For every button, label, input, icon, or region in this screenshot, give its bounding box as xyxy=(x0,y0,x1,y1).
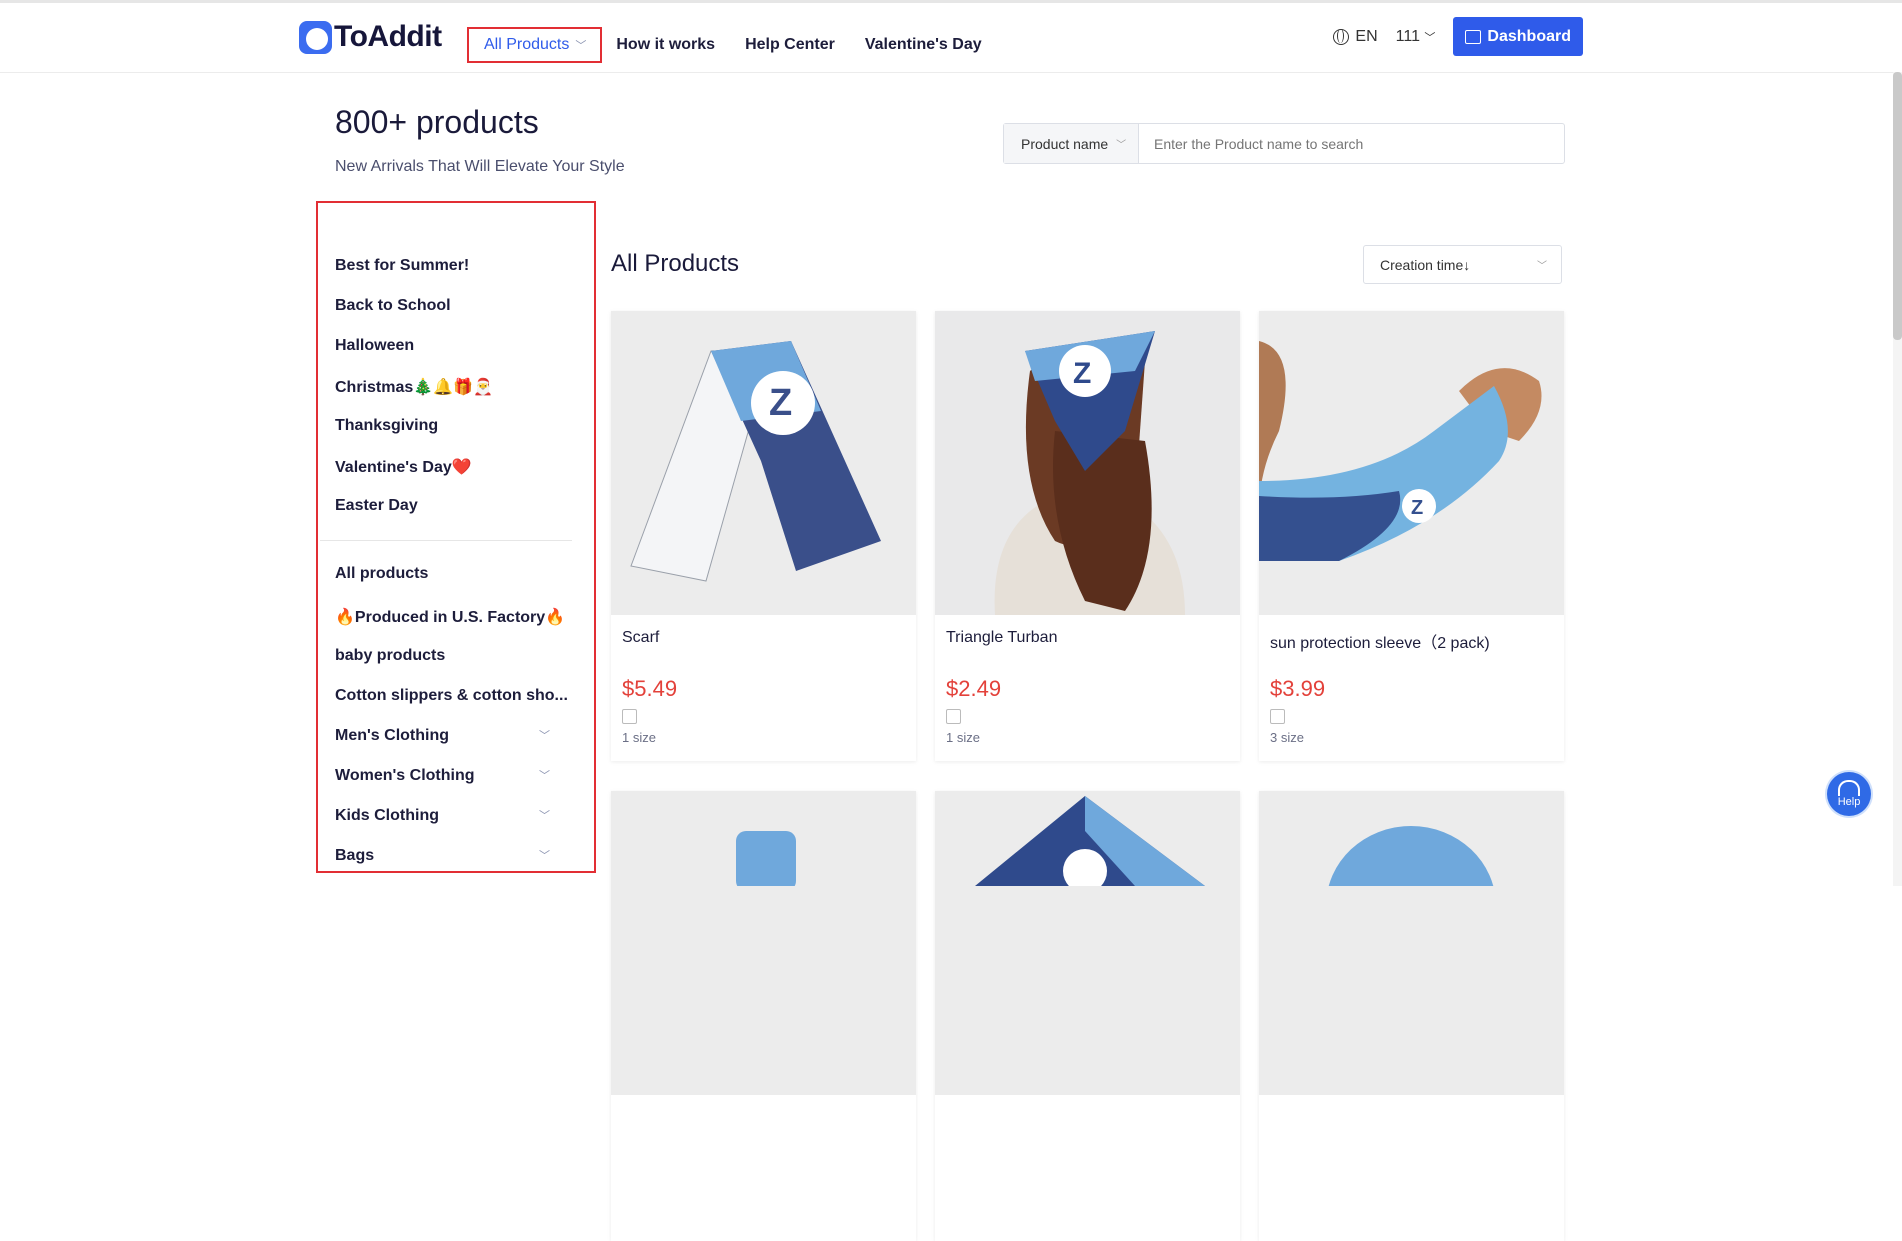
sidebar-item-back-to-school[interactable]: Back to School xyxy=(335,297,451,315)
select-checkbox[interactable] xyxy=(1270,709,1285,724)
search-type-select[interactable]: Product name ﹀ xyxy=(1004,124,1139,163)
nav-how-it-works[interactable]: How it works xyxy=(616,36,715,54)
product-card[interactable] xyxy=(611,791,916,1241)
headset-icon xyxy=(1838,780,1860,796)
sidebar-item-baby-products[interactable]: baby products xyxy=(335,647,445,665)
category-sidebar: Best for Summer! Back to School Hallowee… xyxy=(316,201,596,873)
product-name[interactable]: Scarf xyxy=(622,629,659,647)
sidebar-item-label: Women's Clothing xyxy=(335,767,475,784)
product-sizes: 3 size xyxy=(1270,730,1304,745)
scarf-image: Z xyxy=(611,311,916,615)
chart-icon xyxy=(1465,29,1482,44)
chevron-down-icon: ﹀ xyxy=(1116,140,1127,151)
page-subtitle: New Arrivals That Will Elevate Your Styl… xyxy=(335,158,625,175)
search-input[interactable] xyxy=(1139,124,1564,163)
sidebar-item-bags[interactable]: Bags ﹀ xyxy=(335,847,550,865)
brand-name: ToAddit xyxy=(334,20,442,53)
product-image[interactable] xyxy=(1259,791,1564,1095)
product-image[interactable]: Z xyxy=(611,311,916,615)
product-image[interactable] xyxy=(935,791,1240,1095)
product-thumbnail xyxy=(1259,791,1564,986)
product-thumbnail xyxy=(935,791,1240,893)
site-header: ToAddit All Products ﹀ How it works Help… xyxy=(0,3,1902,73)
product-price: $2.49 xyxy=(946,676,1002,701)
svg-text:Z: Z xyxy=(1411,497,1423,519)
search-type-label: Product name xyxy=(1021,135,1109,152)
product-card[interactable]: Z Triangle Turban $2.49 1 size xyxy=(935,311,1240,761)
sidebar-divider xyxy=(320,540,572,541)
logo-icon xyxy=(299,20,332,54)
sleeve-image: Z xyxy=(1259,311,1564,615)
sidebar-item-thanksgiving[interactable]: Thanksgiving xyxy=(335,417,438,435)
dashboard-button[interactable]: Dashboard xyxy=(1453,17,1583,56)
product-price: $5.49 xyxy=(622,676,678,701)
sort-select[interactable]: Creation time↓ ﹀ xyxy=(1363,245,1562,284)
select-checkbox[interactable] xyxy=(946,709,961,724)
chevron-down-icon: ﹀ xyxy=(1537,261,1547,272)
sidebar-item-label: Kids Clothing xyxy=(335,807,439,824)
help-chat-button[interactable]: Help xyxy=(1827,772,1871,816)
sidebar-item-label: Men's Clothing xyxy=(335,727,450,744)
product-name[interactable]: sun protection sleeve（2 pack) xyxy=(1270,629,1490,653)
sidebar-item-cotton-slippers[interactable]: Cotton slippers & cotton sho... xyxy=(335,687,568,705)
product-image[interactable]: Z xyxy=(1259,311,1564,615)
nav-all-products[interactable]: All Products ﹀ xyxy=(467,27,603,63)
nav-help-center[interactable]: Help Center xyxy=(745,36,835,54)
globe-icon xyxy=(1333,28,1350,45)
turban-image: Z xyxy=(935,311,1240,615)
svg-text:Z: Z xyxy=(1073,357,1091,390)
svg-text:Z: Z xyxy=(769,382,792,424)
product-image[interactable]: Z xyxy=(935,311,1240,615)
page-title: 800+ products xyxy=(335,104,539,140)
product-image[interactable] xyxy=(611,791,916,1095)
product-search: Product name ﹀ xyxy=(1003,123,1565,164)
nav-label: All Products xyxy=(484,36,570,53)
sidebar-item-halloween[interactable]: Halloween xyxy=(335,337,414,355)
sidebar-item-easter-day[interactable]: Easter Day xyxy=(335,497,418,515)
chevron-down-icon[interactable]: ﹀ xyxy=(539,727,550,743)
product-card[interactable]: Z Scarf $5.49 1 size xyxy=(611,311,916,761)
content-title: All Products xyxy=(611,250,740,277)
chevron-down-icon[interactable]: ﹀ xyxy=(539,807,550,823)
sidebar-item-mens-clothing[interactable]: Men's Clothing ﹀ xyxy=(335,727,550,745)
header-actions: EN 111 ﹀ Dashboard xyxy=(1333,17,1583,56)
chevron-down-icon: ﹀ xyxy=(1424,31,1436,44)
product-price: $3.99 xyxy=(1270,676,1326,701)
product-thumbnail xyxy=(611,791,916,891)
sidebar-item-womens-clothing[interactable]: Women's Clothing ﹀ xyxy=(335,767,550,785)
product-sizes: 1 size xyxy=(622,730,656,745)
product-card[interactable] xyxy=(935,791,1240,1241)
chevron-down-icon[interactable]: ﹀ xyxy=(539,767,550,783)
product-name[interactable]: Triangle Turban xyxy=(946,629,1057,647)
sidebar-item-us-factory[interactable]: 🔥Produced in U.S. Factory🔥 xyxy=(335,607,565,627)
chevron-down-icon[interactable]: ﹀ xyxy=(539,847,550,863)
dashboard-label: Dashboard xyxy=(1487,27,1571,45)
sidebar-item-all-products[interactable]: All products xyxy=(335,565,428,583)
product-sizes: 1 size xyxy=(946,730,980,745)
user-menu[interactable]: 111 ﹀ xyxy=(1396,28,1436,46)
sidebar-item-best-for-summer[interactable]: Best for Summer! xyxy=(335,257,469,275)
sidebar-item-valentines-day[interactable]: Valentine's Day❤️ xyxy=(335,457,472,477)
sidebar-item-label: Bags xyxy=(335,847,375,864)
scrollbar-thumb[interactable] xyxy=(1893,72,1902,340)
main-nav: All Products ﹀ How it works Help Center … xyxy=(467,27,1012,63)
sort-label: Creation time↓ xyxy=(1380,256,1471,273)
sidebar-item-kids-clothing[interactable]: Kids Clothing ﹀ xyxy=(335,807,550,825)
select-checkbox[interactable] xyxy=(622,709,637,724)
nav-valentines-day[interactable]: Valentine's Day xyxy=(865,36,982,54)
chevron-down-icon: ﹀ xyxy=(575,40,587,52)
language-selector[interactable]: EN xyxy=(1333,27,1378,46)
language-label: EN xyxy=(1355,27,1378,45)
help-label: Help xyxy=(1837,796,1861,808)
sidebar-item-christmas[interactable]: Christmas🎄🔔🎁🎅 xyxy=(335,377,493,397)
product-card[interactable]: Z sun protection sleeve（2 pack) $3.99 3 … xyxy=(1259,311,1564,761)
user-name: 111 xyxy=(1395,27,1420,45)
brand-logo[interactable]: ToAddit xyxy=(299,20,442,54)
product-card[interactable] xyxy=(1259,791,1564,1241)
